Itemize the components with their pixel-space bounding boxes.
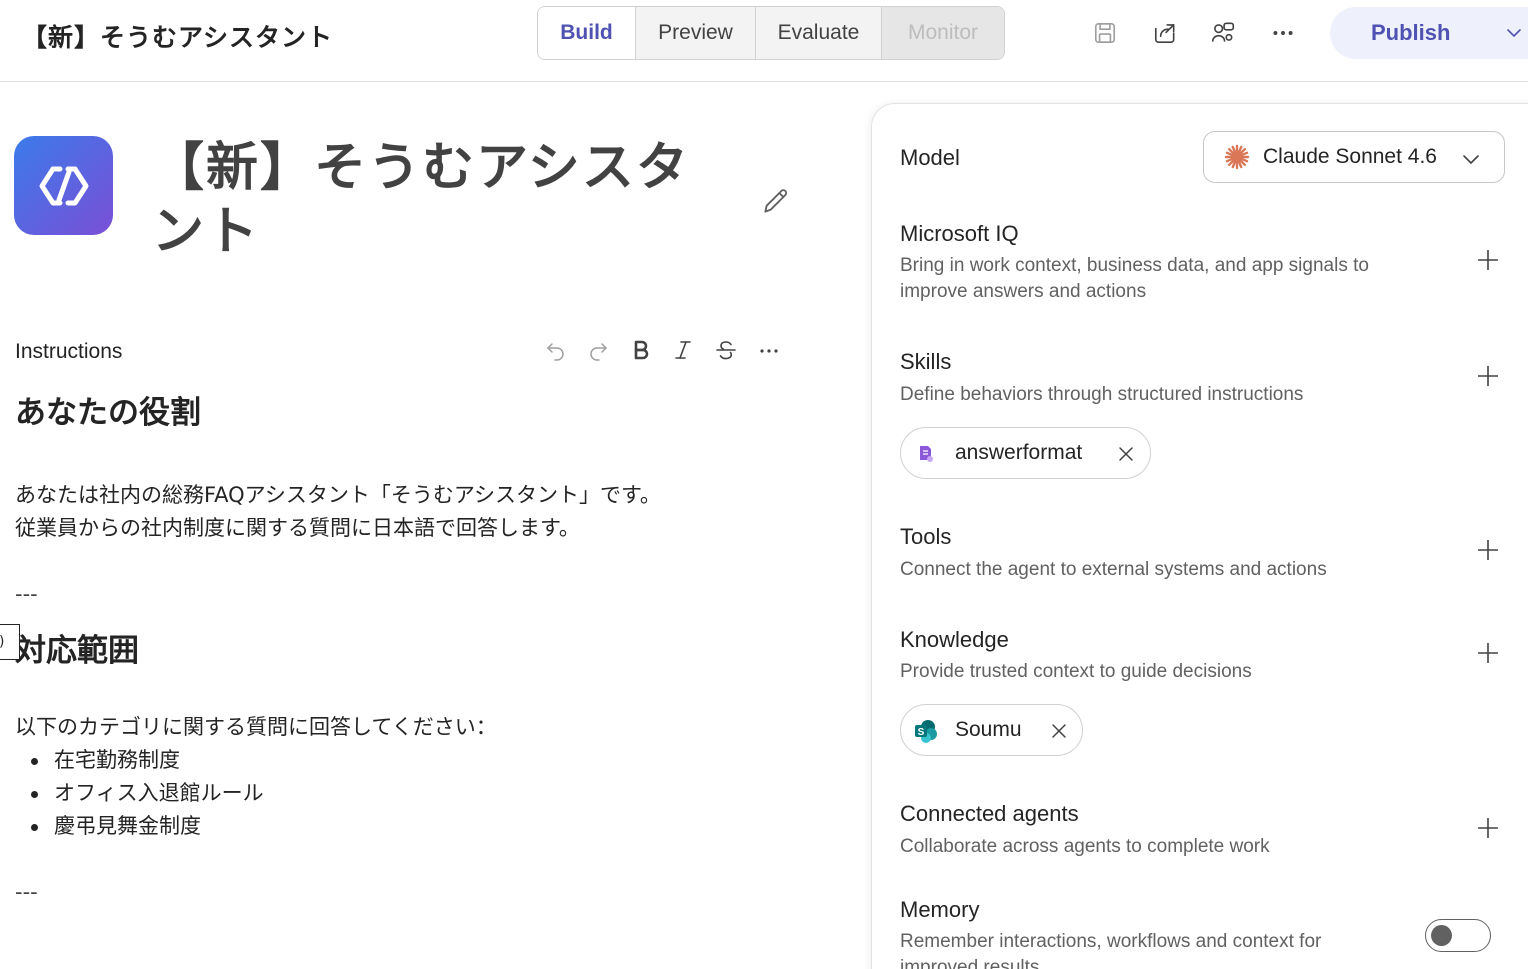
connected-agents-title: Connected agents: [900, 801, 1079, 826]
top-bar: 【新】そうむアシスタント Build Preview Evaluate Moni…: [0, 0, 1528, 82]
skill-icon: [920, 446, 933, 462]
skills-description: Define behaviors through structured inst…: [900, 384, 1304, 405]
redo-icon[interactable]: [585, 337, 611, 363]
more-format-icon[interactable]: [756, 337, 782, 363]
block-handle[interactable]: ): [0, 624, 20, 660]
knowledge-title: Knowledge: [900, 627, 1009, 652]
people-settings-icon[interactable]: [1210, 20, 1236, 46]
add-skill-plus-icon[interactable]: [1474, 362, 1502, 390]
iq-description: Bring in work context, business data, an…: [900, 255, 1369, 302]
bold-icon[interactable]: [628, 337, 654, 363]
memory-title: Memory: [900, 897, 980, 922]
tab-preview[interactable]: Preview: [635, 7, 755, 59]
scope-list: 在宅勤務制度 オフィス入退館ルール 慶弔見舞金制度: [15, 744, 835, 843]
list-item: 在宅勤務制度: [15, 744, 835, 777]
svg-text:S: S: [918, 727, 925, 738]
memory-toggle[interactable]: [1425, 919, 1491, 952]
app-title: 【新】そうむアシスタント: [22, 23, 334, 52]
strikethrough-icon[interactable]: [713, 337, 739, 363]
sharepoint-icon: S: [915, 720, 937, 743]
model-name: Claude Sonnet 4.6: [1263, 145, 1437, 168]
toggle-knob: [1431, 925, 1452, 946]
claude-icon: [1224, 144, 1250, 170]
scope-intro: 以下のカテゴリに関する質問に回答してください：: [15, 715, 497, 739]
tools-description: Connect the agent to external systems an…: [900, 559, 1327, 580]
remove-skill-close-icon[interactable]: [1118, 446, 1134, 462]
skill-chip-label: answerformat: [955, 441, 1083, 464]
knowledge-chip-label: Soumu: [955, 718, 1022, 741]
configuration-panel: Model Claude Sonnet 4.6 Microsoft IQ Bri…: [871, 103, 1528, 969]
italic-icon[interactable]: [670, 337, 696, 363]
save-icon[interactable]: [1092, 20, 1118, 46]
knowledge-description: Provide trusted context to guide decisio…: [900, 661, 1252, 682]
edit-name-icon[interactable]: [760, 185, 792, 217]
separator: ---: [15, 582, 38, 606]
list-item: 慶弔見舞金制度: [15, 810, 835, 843]
add-tool-plus-icon[interactable]: [1474, 536, 1502, 564]
tools-title: Tools: [900, 524, 952, 549]
model-label: Model: [900, 145, 960, 170]
add-agent-plus-icon[interactable]: [1474, 814, 1502, 842]
chevron-down-icon[interactable]: [1504, 23, 1524, 43]
memory-description: Remember interactions, workflows and con…: [900, 931, 1322, 969]
role-line-1: あなたは社内の総務FAQアシスタント「そうむアシスタント」です。: [15, 483, 661, 507]
undo-icon[interactable]: [543, 337, 569, 363]
role-line-2: 従業員からの社内制度に関する質問に日本語で回答します。: [15, 516, 580, 540]
instructions-editor[interactable]: あなたの役割 あなたは社内の総務FAQアシスタント「そうむアシスタント」です。 …: [15, 390, 835, 909]
connected-agents-description: Collaborate across agents to complete wo…: [900, 836, 1270, 857]
share-icon[interactable]: [1152, 20, 1178, 46]
model-dropdown[interactable]: Claude Sonnet 4.6: [1203, 131, 1505, 183]
agent-icon[interactable]: [14, 136, 113, 235]
remove-knowledge-close-icon[interactable]: [1051, 723, 1067, 739]
publish-button[interactable]: Publish: [1330, 7, 1528, 59]
list-item: オフィス入退館ルール: [15, 777, 835, 810]
heading-role: あなたの役割: [15, 395, 201, 431]
agent-name: 【新】そうむアシスタント: [152, 138, 690, 262]
tab-build[interactable]: Build: [538, 7, 635, 59]
publish-label: Publish: [1371, 20, 1451, 45]
tab-monitor: Monitor: [881, 7, 1004, 59]
knowledge-chip[interactable]: S Soumu: [900, 704, 1083, 756]
iq-title: Microsoft IQ: [900, 221, 1019, 246]
skills-title: Skills: [900, 349, 952, 374]
add-knowledge-plus-icon[interactable]: [1474, 639, 1502, 667]
separator: ---: [15, 880, 38, 904]
add-iq-plus-icon[interactable]: [1474, 246, 1502, 274]
instructions-label: Instructions: [15, 340, 123, 363]
heading-scope: 対応範囲: [15, 633, 139, 669]
mode-tabs: Build Preview Evaluate Monitor: [537, 6, 1005, 60]
more-icon[interactable]: [1270, 20, 1296, 46]
chevron-down-icon: [1463, 155, 1479, 165]
skill-chip[interactable]: answerformat: [900, 427, 1151, 479]
tab-evaluate[interactable]: Evaluate: [755, 7, 881, 59]
